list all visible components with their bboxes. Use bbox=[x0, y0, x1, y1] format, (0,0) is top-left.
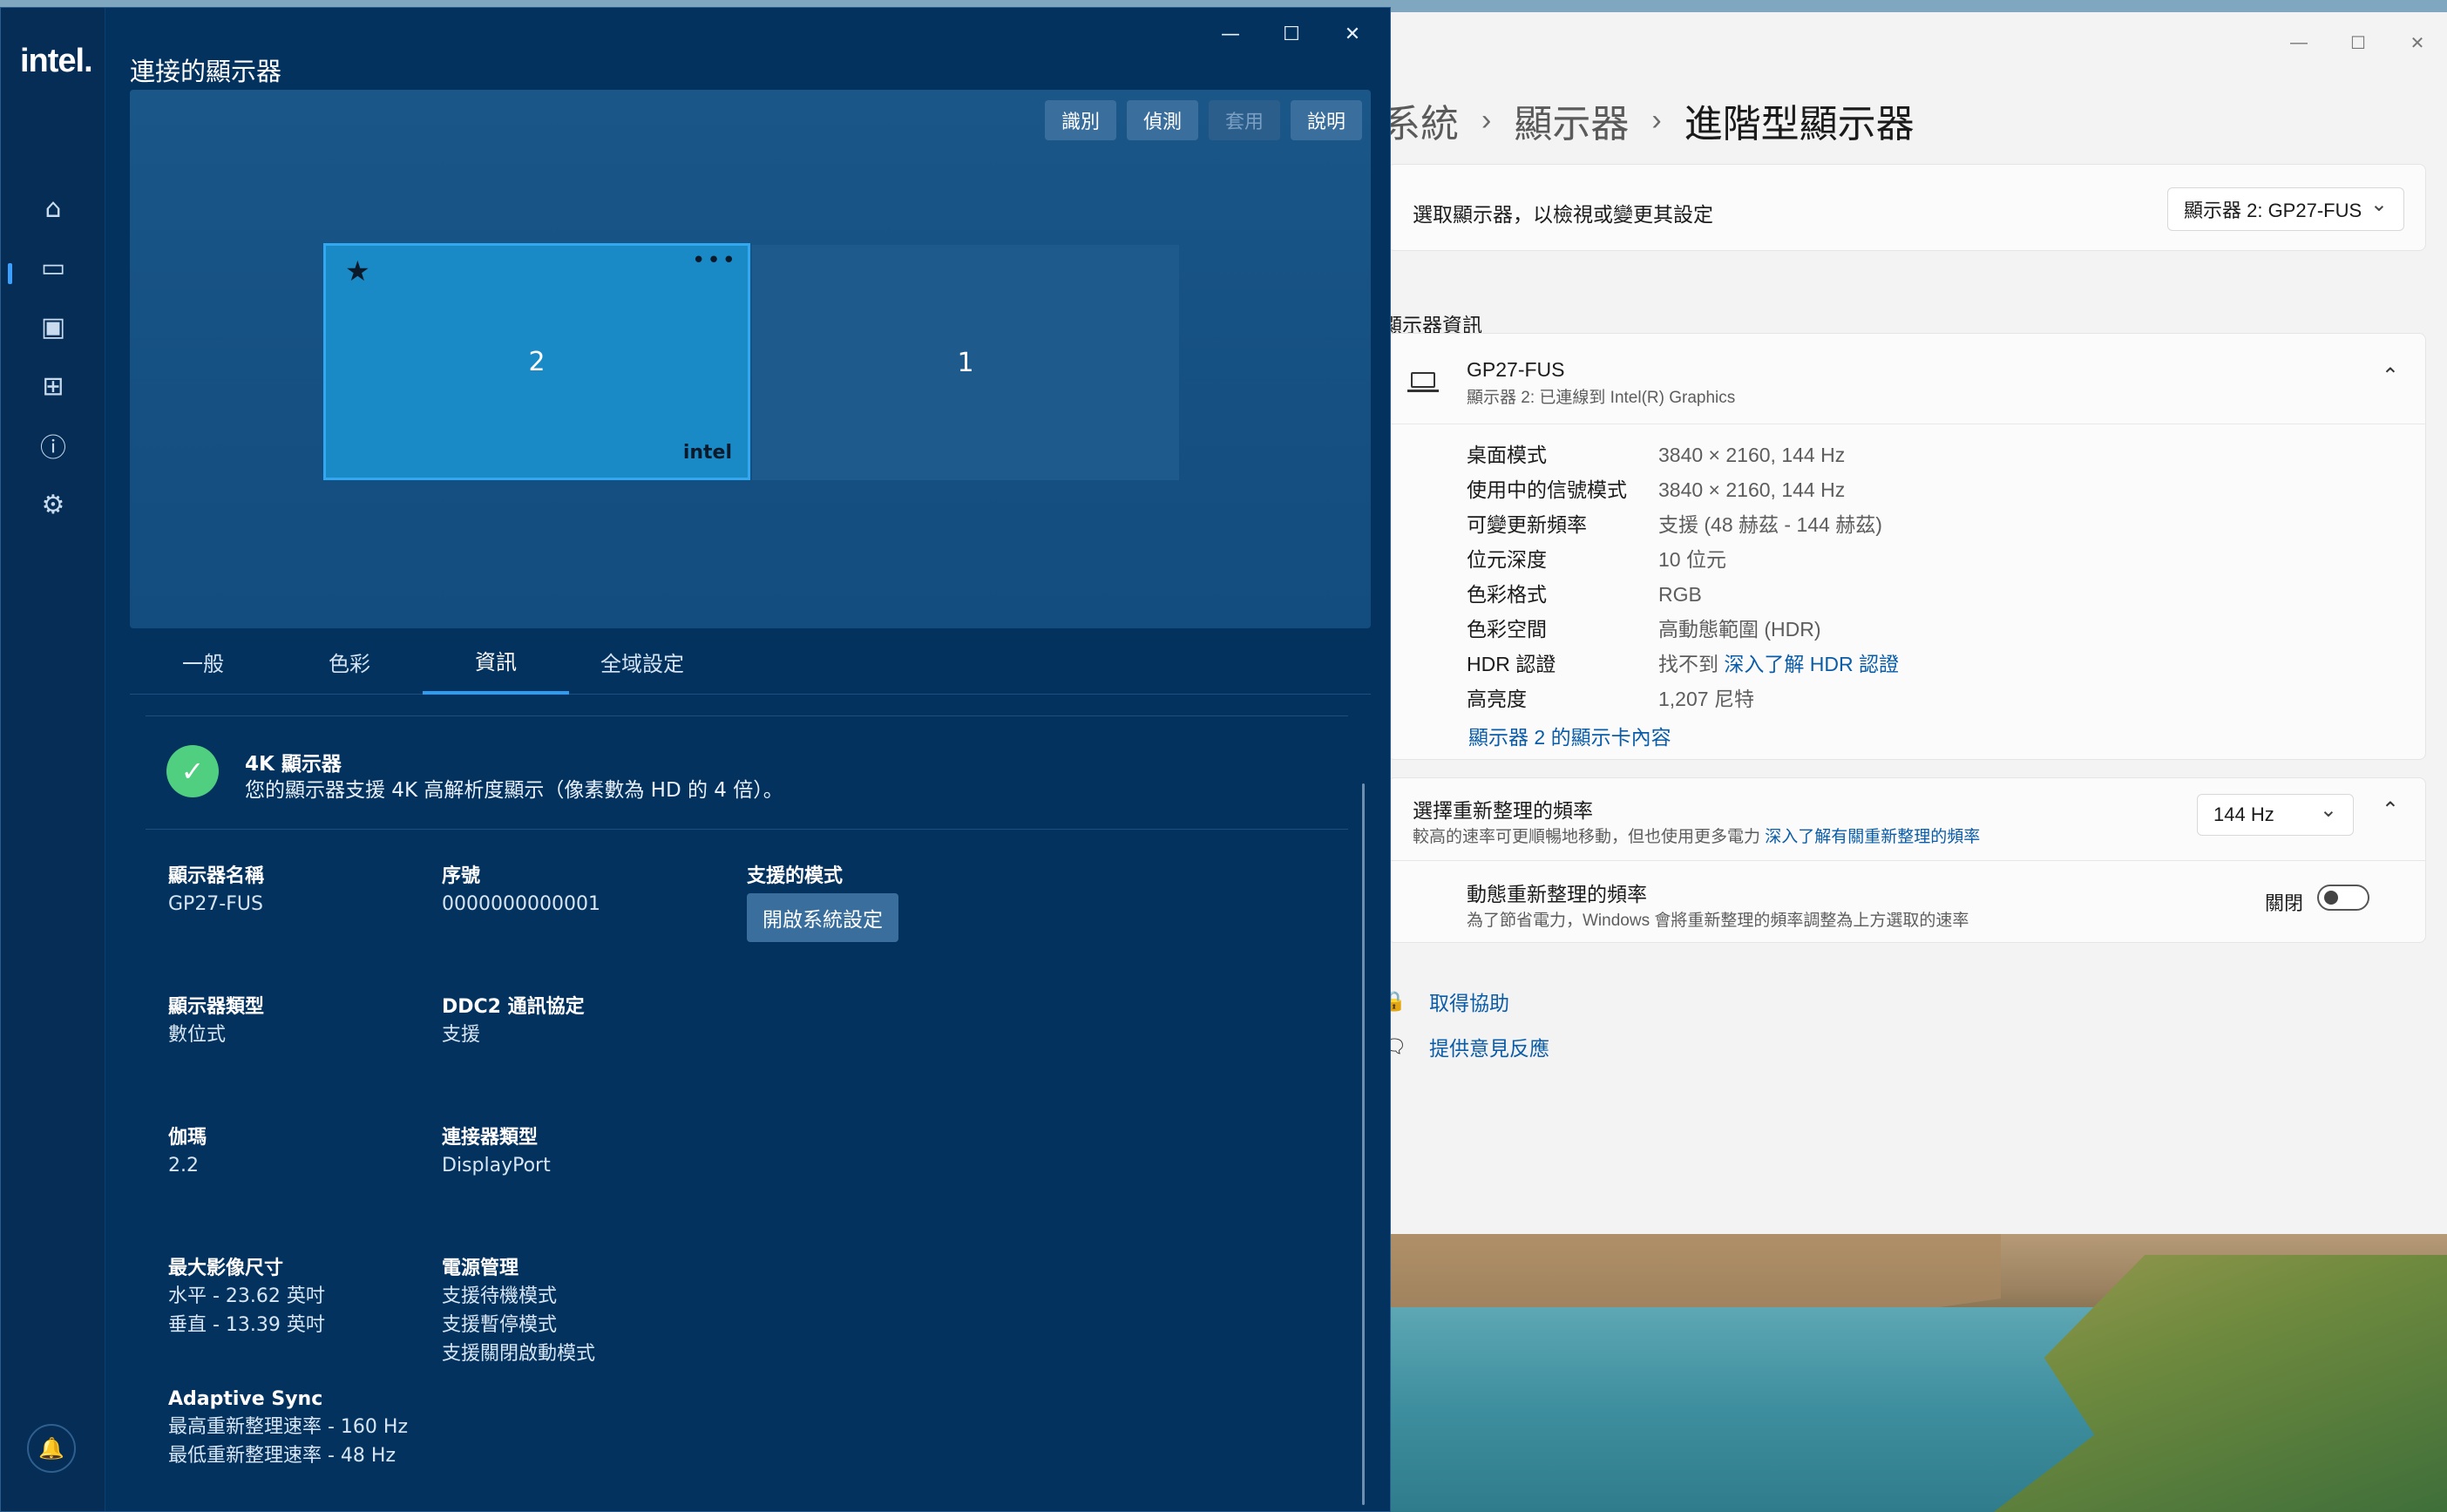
intel-sidebar: intel. ⌂ ▭ ▣ ⊞ ⓘ ⚙ 🔔 bbox=[1, 8, 105, 1511]
info-row: 可變更新頻率 支援 (48 赫茲 - 144 赫茲) bbox=[1467, 513, 1882, 536]
minimize-icon[interactable]: — bbox=[1200, 15, 1261, 53]
dynamic-refresh-toggle[interactable] bbox=[2317, 885, 2369, 911]
identify-button[interactable]: 識別 bbox=[1045, 100, 1116, 140]
info-row: 色彩格式 RGB bbox=[1467, 583, 1702, 606]
chevron-up-icon[interactable]: ⌃ bbox=[2382, 797, 2399, 823]
breadcrumb-system[interactable]: 系統 bbox=[1382, 92, 1459, 148]
nav-active-indicator bbox=[8, 263, 12, 284]
monitor-2-number: 2 bbox=[528, 346, 546, 377]
display-info-card: GP27-FUS 顯示器 2: 已連線到 Intel(R) Graphics ⌃… bbox=[1387, 333, 2426, 760]
refresh-rate-value: 144 Hz bbox=[2213, 803, 2274, 825]
banner-title: 4K 顯示器 bbox=[245, 753, 342, 776]
maximize-icon[interactable]: ☐ bbox=[2328, 21, 2388, 64]
info-row: 高亮度 1,207 尼特 bbox=[1467, 688, 1754, 710]
intel-tabs: 一般 色彩 資訊 全域設定 bbox=[130, 628, 1371, 695]
banner-desc: 您的顯示器支援 4K 高解析度顯示（像素數為 HD 的 4 倍）。 bbox=[245, 779, 783, 802]
detect-button[interactable]: 偵測 bbox=[1127, 100, 1198, 140]
field-supported-modes: 支援的模式 開啟系統設定 bbox=[747, 864, 898, 942]
intel-window-controls: — ☐ ✕ bbox=[1200, 15, 1383, 53]
apply-button[interactable]: 套用 bbox=[1209, 100, 1280, 140]
field-max-image-size: 最大影像尺寸 水平 - 23.62 英吋 垂直 - 13.39 英吋 bbox=[168, 1258, 325, 1336]
field-display-type: 顯示器類型 數位式 bbox=[168, 996, 265, 1046]
display-select-value: 顯示器 2: GP27-FUS bbox=[2184, 200, 2362, 221]
info-row: 位元深度 10 位元 bbox=[1467, 548, 1726, 571]
feedback-link[interactable]: 🗨 提供意見反應 bbox=[1382, 1032, 1549, 1061]
display-arrangement-preview: 識別 偵測 套用 說明 ★ ••• 2 intel 1 bbox=[130, 90, 1371, 628]
info-panel: ✓ 4K 顯示器 您的顯示器支援 4K 高解析度顯示（像素數為 HD 的 4 倍… bbox=[130, 696, 1371, 1507]
get-help-link[interactable]: 🔒 取得協助 bbox=[1382, 987, 1509, 1016]
field-connector: 連接器類型 DisplayPort bbox=[442, 1127, 551, 1176]
monitor-1-tile[interactable]: 1 bbox=[752, 245, 1179, 480]
dynamic-refresh-title: 動態重新整理的頻率 bbox=[1467, 883, 1647, 905]
tab-color[interactable]: 色彩 bbox=[276, 628, 423, 695]
info-row: 使用中的信號模式 3840 × 2160, 144 Hz bbox=[1467, 478, 1846, 501]
help-icon[interactable]: ⓘ bbox=[36, 428, 71, 464]
monitor-2-tile[interactable]: ★ ••• 2 intel bbox=[323, 243, 750, 480]
field-gamma: 伽瑪 2.2 bbox=[168, 1127, 207, 1176]
tab-general[interactable]: 一般 bbox=[130, 628, 276, 695]
field-display-name: 顯示器名稱 GP27-FUS bbox=[168, 865, 265, 915]
more-options-icon[interactable]: ••• bbox=[692, 247, 737, 274]
display-select-label: 選取顯示器，以檢視或變更其設定 bbox=[1413, 203, 1713, 226]
home-icon[interactable]: ⌂ bbox=[36, 191, 71, 226]
refresh-rate-dropdown[interactable]: 144 Hz bbox=[2197, 794, 2354, 836]
intel-window: intel. ⌂ ▭ ▣ ⊞ ⓘ ⚙ 🔔 — ☐ ✕ 連接的顯示器 識別 偵測 … bbox=[0, 7, 1391, 1512]
refresh-rate-link[interactable]: 深入了解有關重新整理的頻率 bbox=[1765, 828, 1980, 846]
intel-brand-mark: intel bbox=[682, 442, 732, 464]
close-icon[interactable]: ✕ bbox=[2388, 21, 2447, 64]
chevron-right-icon: › bbox=[1481, 103, 1492, 137]
close-icon[interactable]: ✕ bbox=[1322, 15, 1383, 53]
help-button[interactable]: 說明 bbox=[1291, 100, 1362, 140]
monitor-1-number: 1 bbox=[957, 347, 974, 378]
divider bbox=[146, 715, 1348, 716]
info-row: 桌面模式 3840 × 2160, 144 Hz bbox=[1467, 444, 1846, 466]
chevron-right-icon: › bbox=[1651, 103, 1662, 137]
open-system-settings-button[interactable]: 開啟系統設定 bbox=[747, 893, 898, 942]
tab-info[interactable]: 資訊 bbox=[423, 628, 569, 695]
settings-window-controls: — ☐ ✕ bbox=[2269, 21, 2447, 71]
media-icon[interactable]: ▣ bbox=[36, 309, 71, 344]
intel-logo: intel. bbox=[20, 43, 93, 79]
field-serial: 序號 0000000000001 bbox=[442, 865, 600, 915]
refresh-rate-title: 選擇重新整理的頻率 bbox=[1413, 799, 1593, 822]
apps-icon[interactable]: ⊞ bbox=[36, 369, 71, 403]
display-name: GP27-FUS bbox=[1467, 358, 1565, 381]
chevron-down-icon bbox=[2320, 803, 2337, 828]
display-info-header[interactable]: GP27-FUS 顯示器 2: 已連線到 Intel(R) Graphics ⌃ bbox=[1388, 334, 2425, 424]
gear-icon[interactable]: ⚙ bbox=[36, 487, 71, 522]
display-select-card: 選取顯示器，以檢視或變更其設定 顯示器 2: GP27-FUS bbox=[1387, 164, 2426, 251]
monitor-icon bbox=[1407, 372, 1439, 392]
primary-star-icon: ★ bbox=[345, 254, 370, 288]
hdr-cert-link[interactable]: 深入了解 HDR 認證 bbox=[1724, 653, 1899, 675]
checkmark-icon: ✓ bbox=[166, 745, 219, 797]
tab-global-settings[interactable]: 全域設定 bbox=[569, 628, 715, 695]
display-select-dropdown[interactable]: 顯示器 2: GP27-FUS bbox=[2167, 187, 2404, 231]
minimize-icon[interactable]: — bbox=[2269, 21, 2328, 64]
intel-page-title: 連接的顯示器 bbox=[130, 57, 282, 86]
refresh-rate-desc: 較高的速率可更順暢地移動，但也使用更多電力 深入了解有關重新整理的頻率 bbox=[1413, 828, 1981, 846]
divider bbox=[146, 829, 1348, 830]
display-icon[interactable]: ▭ bbox=[36, 250, 71, 285]
page-title: 進階型顯示器 bbox=[1684, 103, 1915, 146]
chevron-up-icon[interactable]: ⌃ bbox=[2382, 363, 2399, 389]
dynamic-refresh-state: 關閉 bbox=[2264, 892, 2303, 914]
scrollbar[interactable] bbox=[1362, 783, 1365, 1505]
dynamic-refresh-desc: 為了節省電力，Windows 會將重新整理的頻率調整為上方選取的速率 bbox=[1467, 912, 1969, 930]
breadcrumb: 系統 › 顯示器 › 進階型顯示器 bbox=[1382, 92, 1915, 148]
divider bbox=[1388, 860, 2425, 861]
info-row: HDR 認證 找不到 深入了解 HDR 認證 bbox=[1467, 653, 1900, 675]
display-connection: 顯示器 2: 已連線到 Intel(R) Graphics bbox=[1467, 389, 1736, 407]
field-adaptive-sync: Adaptive Sync 最高重新整理速率 - 160 Hz 最低重新整理速率… bbox=[168, 1388, 409, 1467]
field-ddc2: DDC2 通訊協定 支援 bbox=[442, 996, 585, 1046]
field-power-management: 電源管理 支援待機模式 支援暫停模式 支援關閉啟動模式 bbox=[442, 1258, 596, 1365]
refresh-rate-card: 選擇重新整理的頻率 較高的速率可更順暢地移動，但也使用更多電力 深入了解有關重新… bbox=[1387, 777, 2426, 943]
info-row: 色彩空間 高動態範圍 (HDR) bbox=[1467, 618, 1821, 641]
bell-icon[interactable]: 🔔 bbox=[27, 1424, 76, 1473]
chevron-down-icon bbox=[2370, 197, 2388, 222]
maximize-icon[interactable]: ☐ bbox=[1261, 15, 1322, 53]
adapter-properties-link[interactable]: 顯示器 2 的顯示卡內容 bbox=[1468, 721, 1671, 750]
settings-window: — ☐ ✕ 系統 › 顯示器 › 進階型顯示器 選取顯示器，以檢視或變更其設定 … bbox=[1382, 12, 2447, 1234]
breadcrumb-display[interactable]: 顯示器 bbox=[1514, 92, 1629, 148]
